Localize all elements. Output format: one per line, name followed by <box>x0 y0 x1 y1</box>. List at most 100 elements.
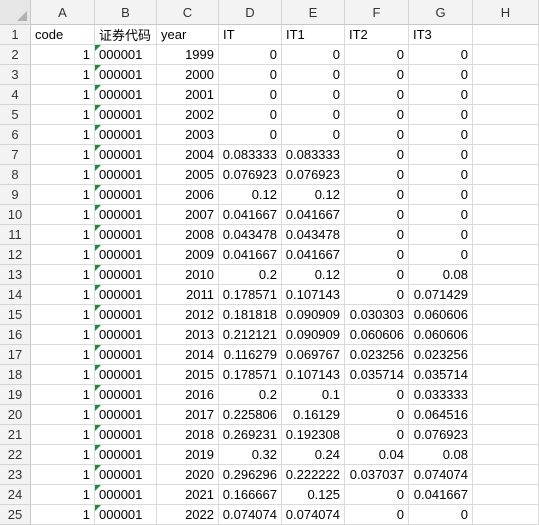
cell-h3[interactable] <box>473 65 539 85</box>
cell-d6[interactable]: 0 <box>219 125 282 145</box>
cell-b24[interactable]: 000001 <box>95 485 157 505</box>
cell-a15[interactable]: 1 <box>31 305 95 325</box>
cell-f10[interactable]: 0 <box>345 205 409 225</box>
cell-g10[interactable]: 0 <box>409 205 473 225</box>
cell-b23[interactable]: 000001 <box>95 465 157 485</box>
cell-h21[interactable] <box>473 425 539 445</box>
row-header-25[interactable]: 25 <box>0 505 31 525</box>
cell-c5[interactable]: 2002 <box>157 105 219 125</box>
cell-f15[interactable]: 0.030303 <box>345 305 409 325</box>
cell-c7[interactable]: 2004 <box>157 145 219 165</box>
cell-g9[interactable]: 0 <box>409 185 473 205</box>
cell-h18[interactable] <box>473 365 539 385</box>
cell-g24[interactable]: 0.041667 <box>409 485 473 505</box>
cell-c24[interactable]: 2021 <box>157 485 219 505</box>
cell-f3[interactable]: 0 <box>345 65 409 85</box>
row-header-8[interactable]: 8 <box>0 165 31 185</box>
cell-c17[interactable]: 2014 <box>157 345 219 365</box>
cell-d5[interactable]: 0 <box>219 105 282 125</box>
cell-a11[interactable]: 1 <box>31 225 95 245</box>
header-cell-b[interactable]: 证券代码 <box>95 25 157 45</box>
cell-h23[interactable] <box>473 465 539 485</box>
cell-e15[interactable]: 0.090909 <box>282 305 345 325</box>
cell-e5[interactable]: 0 <box>282 105 345 125</box>
cell-e2[interactable]: 0 <box>282 45 345 65</box>
cell-e3[interactable]: 0 <box>282 65 345 85</box>
row-header-1[interactable]: 1 <box>0 25 31 45</box>
cell-g23[interactable]: 0.074074 <box>409 465 473 485</box>
cell-d12[interactable]: 0.041667 <box>219 245 282 265</box>
row-header-13[interactable]: 13 <box>0 265 31 285</box>
cell-a2[interactable]: 1 <box>31 45 95 65</box>
cell-c25[interactable]: 2022 <box>157 505 219 525</box>
cell-f9[interactable]: 0 <box>345 185 409 205</box>
header-cell-g[interactable]: IT3 <box>409 25 473 45</box>
cell-c3[interactable]: 2000 <box>157 65 219 85</box>
cell-h13[interactable] <box>473 265 539 285</box>
cell-e13[interactable]: 0.12 <box>282 265 345 285</box>
cell-g19[interactable]: 0.033333 <box>409 385 473 405</box>
cell-a22[interactable]: 1 <box>31 445 95 465</box>
cell-c4[interactable]: 2001 <box>157 85 219 105</box>
cell-g21[interactable]: 0.076923 <box>409 425 473 445</box>
cell-g18[interactable]: 0.035714 <box>409 365 473 385</box>
row-header-15[interactable]: 15 <box>0 305 31 325</box>
cell-g22[interactable]: 0.08 <box>409 445 473 465</box>
cell-g25[interactable]: 0 <box>409 505 473 525</box>
row-header-24[interactable]: 24 <box>0 485 31 505</box>
cell-h20[interactable] <box>473 405 539 425</box>
column-header-h[interactable]: H <box>473 0 539 25</box>
header-cell-a[interactable]: code <box>31 25 95 45</box>
cell-g20[interactable]: 0.064516 <box>409 405 473 425</box>
cell-f11[interactable]: 0 <box>345 225 409 245</box>
cell-d25[interactable]: 0.074074 <box>219 505 282 525</box>
cell-b14[interactable]: 000001 <box>95 285 157 305</box>
cell-e12[interactable]: 0.041667 <box>282 245 345 265</box>
cell-b6[interactable]: 000001 <box>95 125 157 145</box>
row-header-10[interactable]: 10 <box>0 205 31 225</box>
cell-d20[interactable]: 0.225806 <box>219 405 282 425</box>
cell-a21[interactable]: 1 <box>31 425 95 445</box>
cell-b17[interactable]: 000001 <box>95 345 157 365</box>
header-cell-f[interactable]: IT2 <box>345 25 409 45</box>
cell-d14[interactable]: 0.178571 <box>219 285 282 305</box>
cell-b21[interactable]: 000001 <box>95 425 157 445</box>
column-header-c[interactable]: C <box>157 0 219 25</box>
cell-d23[interactable]: 0.296296 <box>219 465 282 485</box>
cell-b11[interactable]: 000001 <box>95 225 157 245</box>
cell-b18[interactable]: 000001 <box>95 365 157 385</box>
row-header-23[interactable]: 23 <box>0 465 31 485</box>
cell-d16[interactable]: 0.212121 <box>219 325 282 345</box>
cell-c6[interactable]: 2003 <box>157 125 219 145</box>
cell-a8[interactable]: 1 <box>31 165 95 185</box>
cell-a13[interactable]: 1 <box>31 265 95 285</box>
cell-a18[interactable]: 1 <box>31 365 95 385</box>
cell-h9[interactable] <box>473 185 539 205</box>
cell-d24[interactable]: 0.166667 <box>219 485 282 505</box>
cell-f5[interactable]: 0 <box>345 105 409 125</box>
cell-a19[interactable]: 1 <box>31 385 95 405</box>
cell-d22[interactable]: 0.32 <box>219 445 282 465</box>
cell-a3[interactable]: 1 <box>31 65 95 85</box>
cell-h12[interactable] <box>473 245 539 265</box>
row-header-4[interactable]: 4 <box>0 85 31 105</box>
column-header-f[interactable]: F <box>345 0 409 25</box>
cell-g16[interactable]: 0.060606 <box>409 325 473 345</box>
cell-d13[interactable]: 0.2 <box>219 265 282 285</box>
row-header-9[interactable]: 9 <box>0 185 31 205</box>
cell-f8[interactable]: 0 <box>345 165 409 185</box>
cell-e10[interactable]: 0.041667 <box>282 205 345 225</box>
cell-f25[interactable]: 0 <box>345 505 409 525</box>
cell-e19[interactable]: 0.1 <box>282 385 345 405</box>
cell-b2[interactable]: 000001 <box>95 45 157 65</box>
cell-b13[interactable]: 000001 <box>95 265 157 285</box>
cell-c11[interactable]: 2008 <box>157 225 219 245</box>
row-header-6[interactable]: 6 <box>0 125 31 145</box>
cell-a20[interactable]: 1 <box>31 405 95 425</box>
cell-f13[interactable]: 0 <box>345 265 409 285</box>
cell-b7[interactable]: 000001 <box>95 145 157 165</box>
row-header-19[interactable]: 19 <box>0 385 31 405</box>
cell-f19[interactable]: 0 <box>345 385 409 405</box>
cell-h10[interactable] <box>473 205 539 225</box>
row-header-14[interactable]: 14 <box>0 285 31 305</box>
